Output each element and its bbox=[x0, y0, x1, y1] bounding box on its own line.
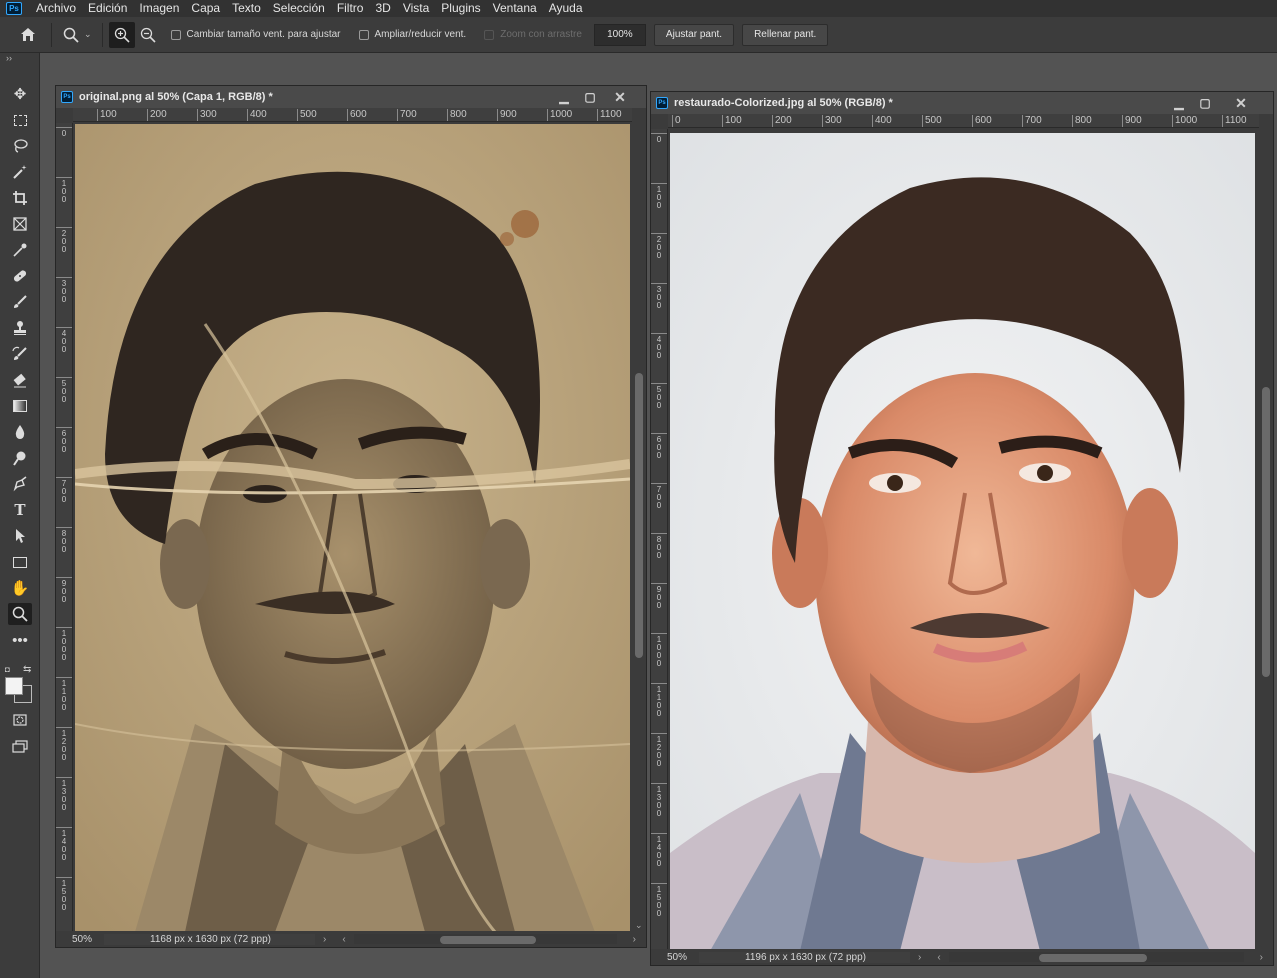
maximize-icon[interactable]: ▢ bbox=[578, 88, 602, 106]
collapse-panel-icon[interactable]: ›› bbox=[6, 53, 12, 63]
document-title: restaurado-Colorized.jpg al 50% (RGB/8) … bbox=[674, 97, 893, 109]
scroll-down-arrow-icon[interactable]: ⌄ bbox=[635, 920, 643, 931]
menu-3d[interactable]: 3D bbox=[369, 1, 396, 16]
menu-ventana[interactable]: Ventana bbox=[487, 1, 543, 16]
pen-tool-icon[interactable] bbox=[8, 473, 32, 495]
document-info: 1168 px x 1630 px (72 ppp) bbox=[104, 933, 316, 945]
sepia-portrait-image bbox=[75, 124, 630, 932]
ps-document-icon: Ps bbox=[656, 97, 668, 109]
status-menu-arrow-icon[interactable]: › bbox=[323, 934, 326, 945]
horizontal-ruler: 100 200 300 400 500 600 700 800 900 1000… bbox=[73, 108, 632, 122]
crop-tool-icon[interactable] bbox=[8, 187, 32, 209]
brush-tool-icon[interactable] bbox=[8, 291, 32, 313]
healing-brush-icon[interactable] bbox=[8, 265, 32, 287]
scroll-thumb[interactable] bbox=[1038, 954, 1147, 962]
dodge-tool-icon[interactable] bbox=[8, 447, 32, 469]
resize-windows-checkbox[interactable]: Cambiar tamaño vent. para ajustar bbox=[170, 29, 341, 40]
history-brush-icon[interactable] bbox=[8, 343, 32, 365]
status-bar: 50% 1168 px x 1630 px (72 ppp) › ‹ › bbox=[56, 931, 646, 947]
color-swatches[interactable]: ◘ ⇆ bbox=[5, 664, 35, 705]
photoshop-logo-icon: Ps bbox=[6, 2, 22, 15]
scroll-left-arrow-icon[interactable]: ‹ bbox=[937, 952, 940, 963]
colorized-portrait-image bbox=[670, 133, 1255, 951]
document-window-restored: Ps restaurado-Colorized.jpg al 50% (RGB/… bbox=[650, 91, 1274, 966]
move-tool-icon[interactable]: ✥ bbox=[8, 83, 32, 105]
fill-screen-button[interactable]: Rellenar pant. bbox=[742, 23, 829, 46]
zoom-level[interactable]: 50% bbox=[56, 934, 104, 945]
type-tool-icon[interactable]: T bbox=[8, 499, 32, 521]
document-info: 1196 px x 1630 px (72 ppp) bbox=[699, 951, 911, 963]
screen-mode-icon[interactable] bbox=[8, 735, 32, 757]
document-tab-restored[interactable]: Ps restaurado-Colorized.jpg al 50% (RGB/… bbox=[651, 92, 1273, 114]
menu-seleccion[interactable]: Selección bbox=[267, 1, 331, 16]
zoom-all-windows-checkbox[interactable]: Ampliar/reducir vent. bbox=[358, 29, 466, 40]
horizontal-scrollbar[interactable] bbox=[353, 934, 617, 944]
eyedropper-icon[interactable] bbox=[8, 239, 32, 261]
quick-mask-icon[interactable] bbox=[8, 709, 32, 731]
zoom-tool-icon[interactable] bbox=[8, 603, 32, 625]
fit-screen-button[interactable]: Ajustar pant. bbox=[653, 23, 735, 46]
marquee-tool-icon[interactable] bbox=[8, 109, 32, 131]
ps-document-icon: Ps bbox=[61, 91, 73, 103]
scroll-right-arrow-icon[interactable]: › bbox=[1260, 952, 1263, 963]
menu-plugins[interactable]: Plugins bbox=[435, 1, 486, 16]
options-bar: ⌄ Cambiar tamaño vent. para ajustar Ampl… bbox=[0, 17, 1277, 53]
status-bar: 50% 1196 px x 1630 px (72 ppp) › ‹ › bbox=[651, 949, 1273, 965]
frame-tool-icon[interactable] bbox=[8, 213, 32, 235]
blur-tool-icon[interactable] bbox=[8, 421, 32, 443]
default-colors-icon[interactable]: ◘ bbox=[5, 665, 10, 674]
zoom-percent-field[interactable]: 100% bbox=[593, 23, 646, 46]
scroll-thumb[interactable] bbox=[635, 373, 643, 658]
menu-edicion[interactable]: Edición bbox=[82, 1, 133, 16]
status-menu-arrow-icon[interactable]: › bbox=[918, 952, 921, 963]
zoom-out-icon[interactable] bbox=[135, 22, 161, 48]
maximize-icon[interactable]: ▢ bbox=[1193, 94, 1217, 112]
document-window-original: Ps original.png al 50% (Capa 1, RGB/8) *… bbox=[55, 85, 647, 948]
rectangle-tool-icon[interactable] bbox=[8, 551, 32, 573]
scroll-thumb[interactable] bbox=[439, 936, 536, 944]
minimize-icon[interactable]: ▁ bbox=[552, 88, 576, 106]
eraser-tool-icon[interactable] bbox=[8, 369, 32, 391]
vertical-scrollbar[interactable]: ⌄ bbox=[632, 123, 646, 933]
close-icon[interactable]: ✕ bbox=[1229, 94, 1253, 112]
zoom-tool-preset-icon[interactable] bbox=[58, 22, 84, 48]
horizontal-scrollbar[interactable] bbox=[948, 952, 1244, 962]
path-selection-icon[interactable] bbox=[8, 525, 32, 547]
menu-capa[interactable]: Capa bbox=[185, 1, 226, 16]
menu-archivo[interactable]: Archivo bbox=[30, 1, 82, 16]
menu-filtro[interactable]: Filtro bbox=[331, 1, 370, 16]
canvas-restored-photo[interactable] bbox=[670, 133, 1255, 951]
vertical-scrollbar[interactable] bbox=[1259, 129, 1273, 951]
document-title: original.png al 50% (Capa 1, RGB/8) * bbox=[79, 91, 273, 103]
home-icon[interactable] bbox=[15, 22, 41, 48]
vertical-ruler: 0 100 200 300 400 500 600 700 800 900 10… bbox=[651, 129, 668, 951]
scroll-left-arrow-icon[interactable]: ‹ bbox=[342, 934, 345, 945]
zoom-level[interactable]: 50% bbox=[651, 952, 699, 963]
chevron-down-icon[interactable]: ⌄ bbox=[84, 29, 92, 40]
tools-panel: ›› ✥ T ✋ ••• ◘ ⇆ bbox=[0, 53, 40, 978]
magic-wand-icon[interactable] bbox=[8, 161, 32, 183]
menu-bar: Ps Archivo Edición Imagen Capa Texto Sel… bbox=[0, 0, 1277, 17]
foreground-color[interactable] bbox=[5, 677, 23, 695]
canvas-original-photo[interactable] bbox=[75, 124, 630, 932]
menu-ayuda[interactable]: Ayuda bbox=[543, 1, 589, 16]
close-icon[interactable]: ✕ bbox=[608, 88, 632, 106]
more-tools-icon[interactable]: ••• bbox=[8, 629, 32, 651]
menu-texto[interactable]: Texto bbox=[226, 1, 267, 16]
gradient-tool-icon[interactable] bbox=[8, 395, 32, 417]
minimize-icon[interactable]: ▁ bbox=[1167, 94, 1191, 112]
zoom-in-icon[interactable] bbox=[108, 21, 135, 48]
hand-tool-icon[interactable]: ✋ bbox=[8, 577, 32, 599]
scrubby-zoom-checkbox[interactable]: Zoom con arrastre bbox=[484, 29, 582, 40]
scroll-thumb[interactable] bbox=[1262, 387, 1270, 677]
document-tab-original[interactable]: Ps original.png al 50% (Capa 1, RGB/8) *… bbox=[56, 86, 646, 108]
scroll-right-arrow-icon[interactable]: › bbox=[633, 934, 636, 945]
swap-colors-icon[interactable]: ⇆ bbox=[23, 664, 31, 675]
clone-stamp-icon[interactable] bbox=[8, 317, 32, 339]
lasso-tool-icon[interactable] bbox=[8, 135, 32, 157]
menu-vista[interactable]: Vista bbox=[397, 1, 435, 16]
horizontal-ruler: 0 100 200 300 400 500 600 700 800 900 10… bbox=[668, 114, 1259, 128]
menu-imagen[interactable]: Imagen bbox=[133, 1, 185, 16]
vertical-ruler: 0 100 200 300 400 500 600 700 800 900 10… bbox=[56, 123, 73, 933]
